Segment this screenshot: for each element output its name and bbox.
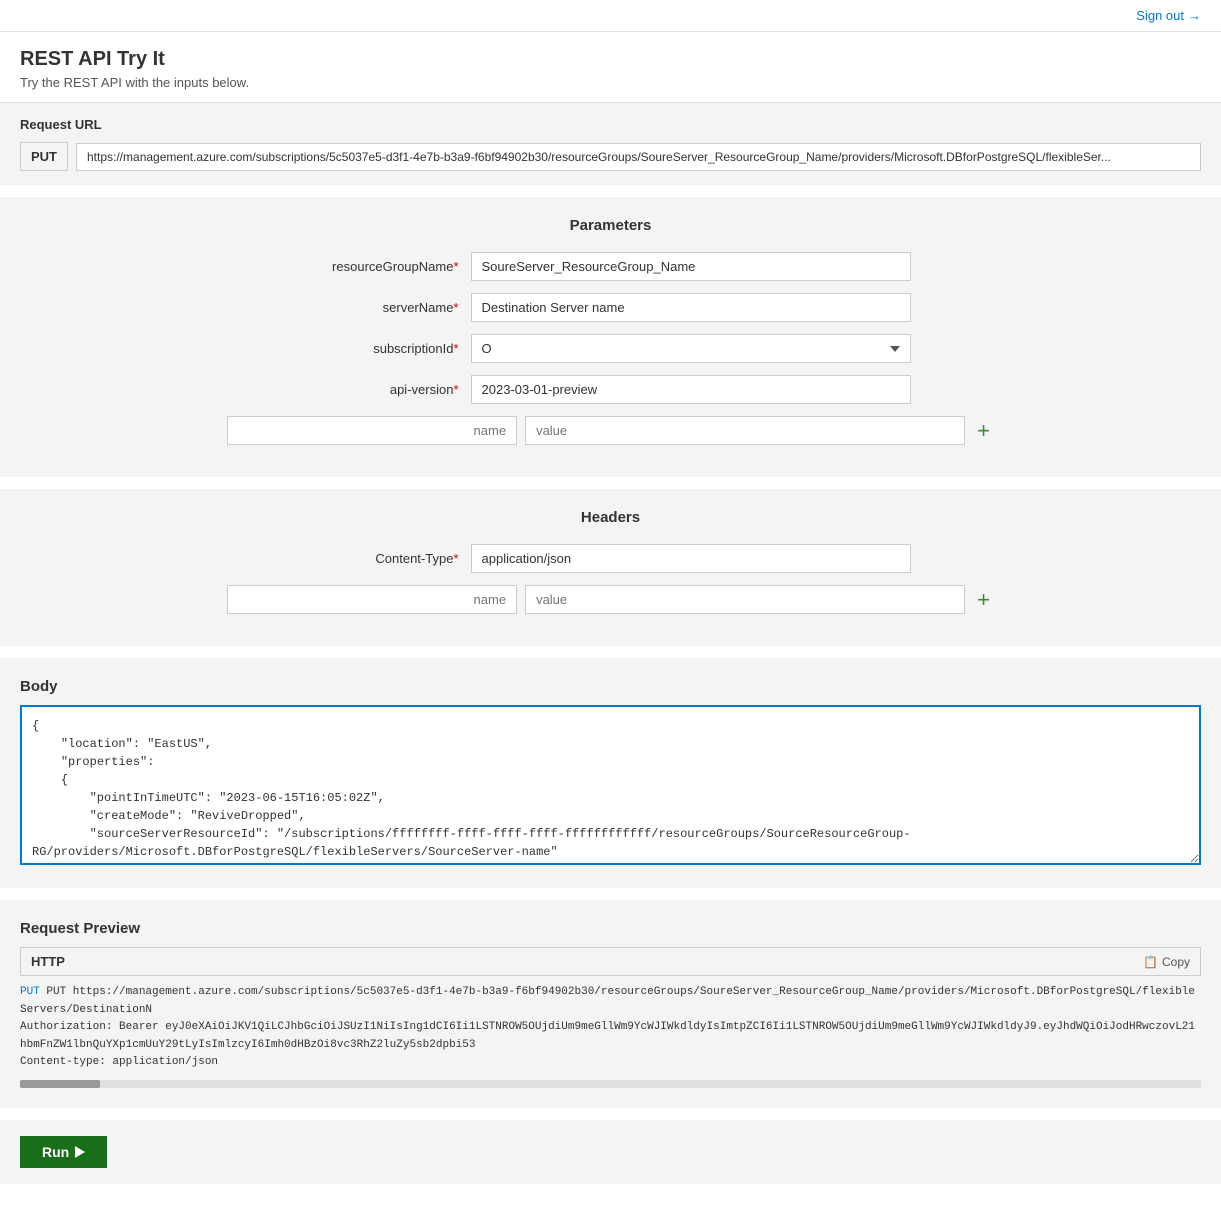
parameters-title: Parameters xyxy=(20,217,1201,234)
server-name-label: serverName* xyxy=(311,300,471,315)
subscription-id-row: subscriptionId* O xyxy=(20,334,1201,363)
headers-title: Headers xyxy=(20,509,1201,526)
preview-auth-line: Authorization: Bearer eyJ0eXAiOiJKV1QiLC… xyxy=(20,1019,1201,1054)
headers-section: Headers Content-Type* + xyxy=(0,489,1221,646)
custom-param-name[interactable] xyxy=(227,416,517,445)
api-version-input[interactable] xyxy=(471,375,911,404)
url-input[interactable] xyxy=(76,143,1201,171)
subscription-id-select[interactable]: O xyxy=(471,334,911,363)
page-container: Sign out → REST API Try It Try the REST … xyxy=(0,0,1221,1184)
preview-put-line: PUT PUT https://management.azure.com/sub… xyxy=(20,984,1201,1019)
play-icon xyxy=(75,1146,85,1158)
custom-header-row: + xyxy=(20,585,1201,614)
custom-header-value[interactable] xyxy=(525,585,965,614)
run-label: Run xyxy=(42,1144,69,1160)
sign-out-icon: → xyxy=(1188,8,1201,23)
sign-out-label: Sign out xyxy=(1136,8,1184,23)
page-title: REST API Try It xyxy=(20,48,1201,71)
server-name-input[interactable] xyxy=(471,293,911,322)
sign-out-link[interactable]: Sign out → xyxy=(1136,8,1201,23)
preview-title: Request Preview xyxy=(20,920,1201,937)
run-section: Run xyxy=(0,1120,1221,1184)
content-type-row: Content-Type* xyxy=(20,544,1201,573)
custom-param-row: + xyxy=(20,416,1201,445)
method-badge: PUT xyxy=(20,142,68,171)
top-bar: Sign out → xyxy=(0,0,1221,32)
custom-param-value[interactable] xyxy=(525,416,965,445)
resource-group-input[interactable] xyxy=(471,252,911,281)
preview-http-bar: HTTP 📋 Copy xyxy=(20,947,1201,976)
add-header-button[interactable]: + xyxy=(973,589,994,611)
body-section: Body { "location": "EastUS", "properties… xyxy=(0,658,1221,888)
preview-content: PUT PUT https://management.azure.com/sub… xyxy=(20,984,1201,1072)
add-param-button[interactable]: + xyxy=(973,420,994,442)
copy-label: Copy xyxy=(1162,955,1190,969)
server-name-row: serverName* xyxy=(20,293,1201,322)
resource-group-row: resourceGroupName* xyxy=(20,252,1201,281)
page-subtitle: Try the REST API with the inputs below. xyxy=(20,75,1201,90)
preview-scrollbar[interactable] xyxy=(20,1080,1201,1088)
resource-group-label: resourceGroupName* xyxy=(311,259,471,274)
preview-content-type-line: Content-type: application/json xyxy=(20,1054,1201,1072)
api-version-row: api-version* xyxy=(20,375,1201,404)
copy-button[interactable]: 📋 Copy xyxy=(1143,955,1190,969)
request-url-label: Request URL xyxy=(20,117,1201,132)
content-type-input[interactable] xyxy=(471,544,911,573)
request-preview-section: Request Preview HTTP 📋 Copy PUT PUT http… xyxy=(0,900,1221,1108)
scrollbar-thumb xyxy=(20,1080,100,1088)
custom-header-name[interactable] xyxy=(227,585,517,614)
subscription-id-label: subscriptionId* xyxy=(311,341,471,356)
api-version-label: api-version* xyxy=(311,382,471,397)
parameters-section: Parameters resourceGroupName* serverName… xyxy=(0,197,1221,477)
copy-icon: 📋 xyxy=(1143,955,1158,969)
content-type-label: Content-Type* xyxy=(311,551,471,566)
http-badge: HTTP xyxy=(31,954,65,969)
body-textarea[interactable]: { "location": "EastUS", "properties": { … xyxy=(20,705,1201,865)
url-row: PUT xyxy=(20,142,1201,171)
request-url-section: Request URL PUT xyxy=(0,103,1221,185)
page-header: REST API Try It Try the REST API with th… xyxy=(0,32,1221,102)
run-button[interactable]: Run xyxy=(20,1136,107,1168)
body-label: Body xyxy=(20,678,1201,695)
